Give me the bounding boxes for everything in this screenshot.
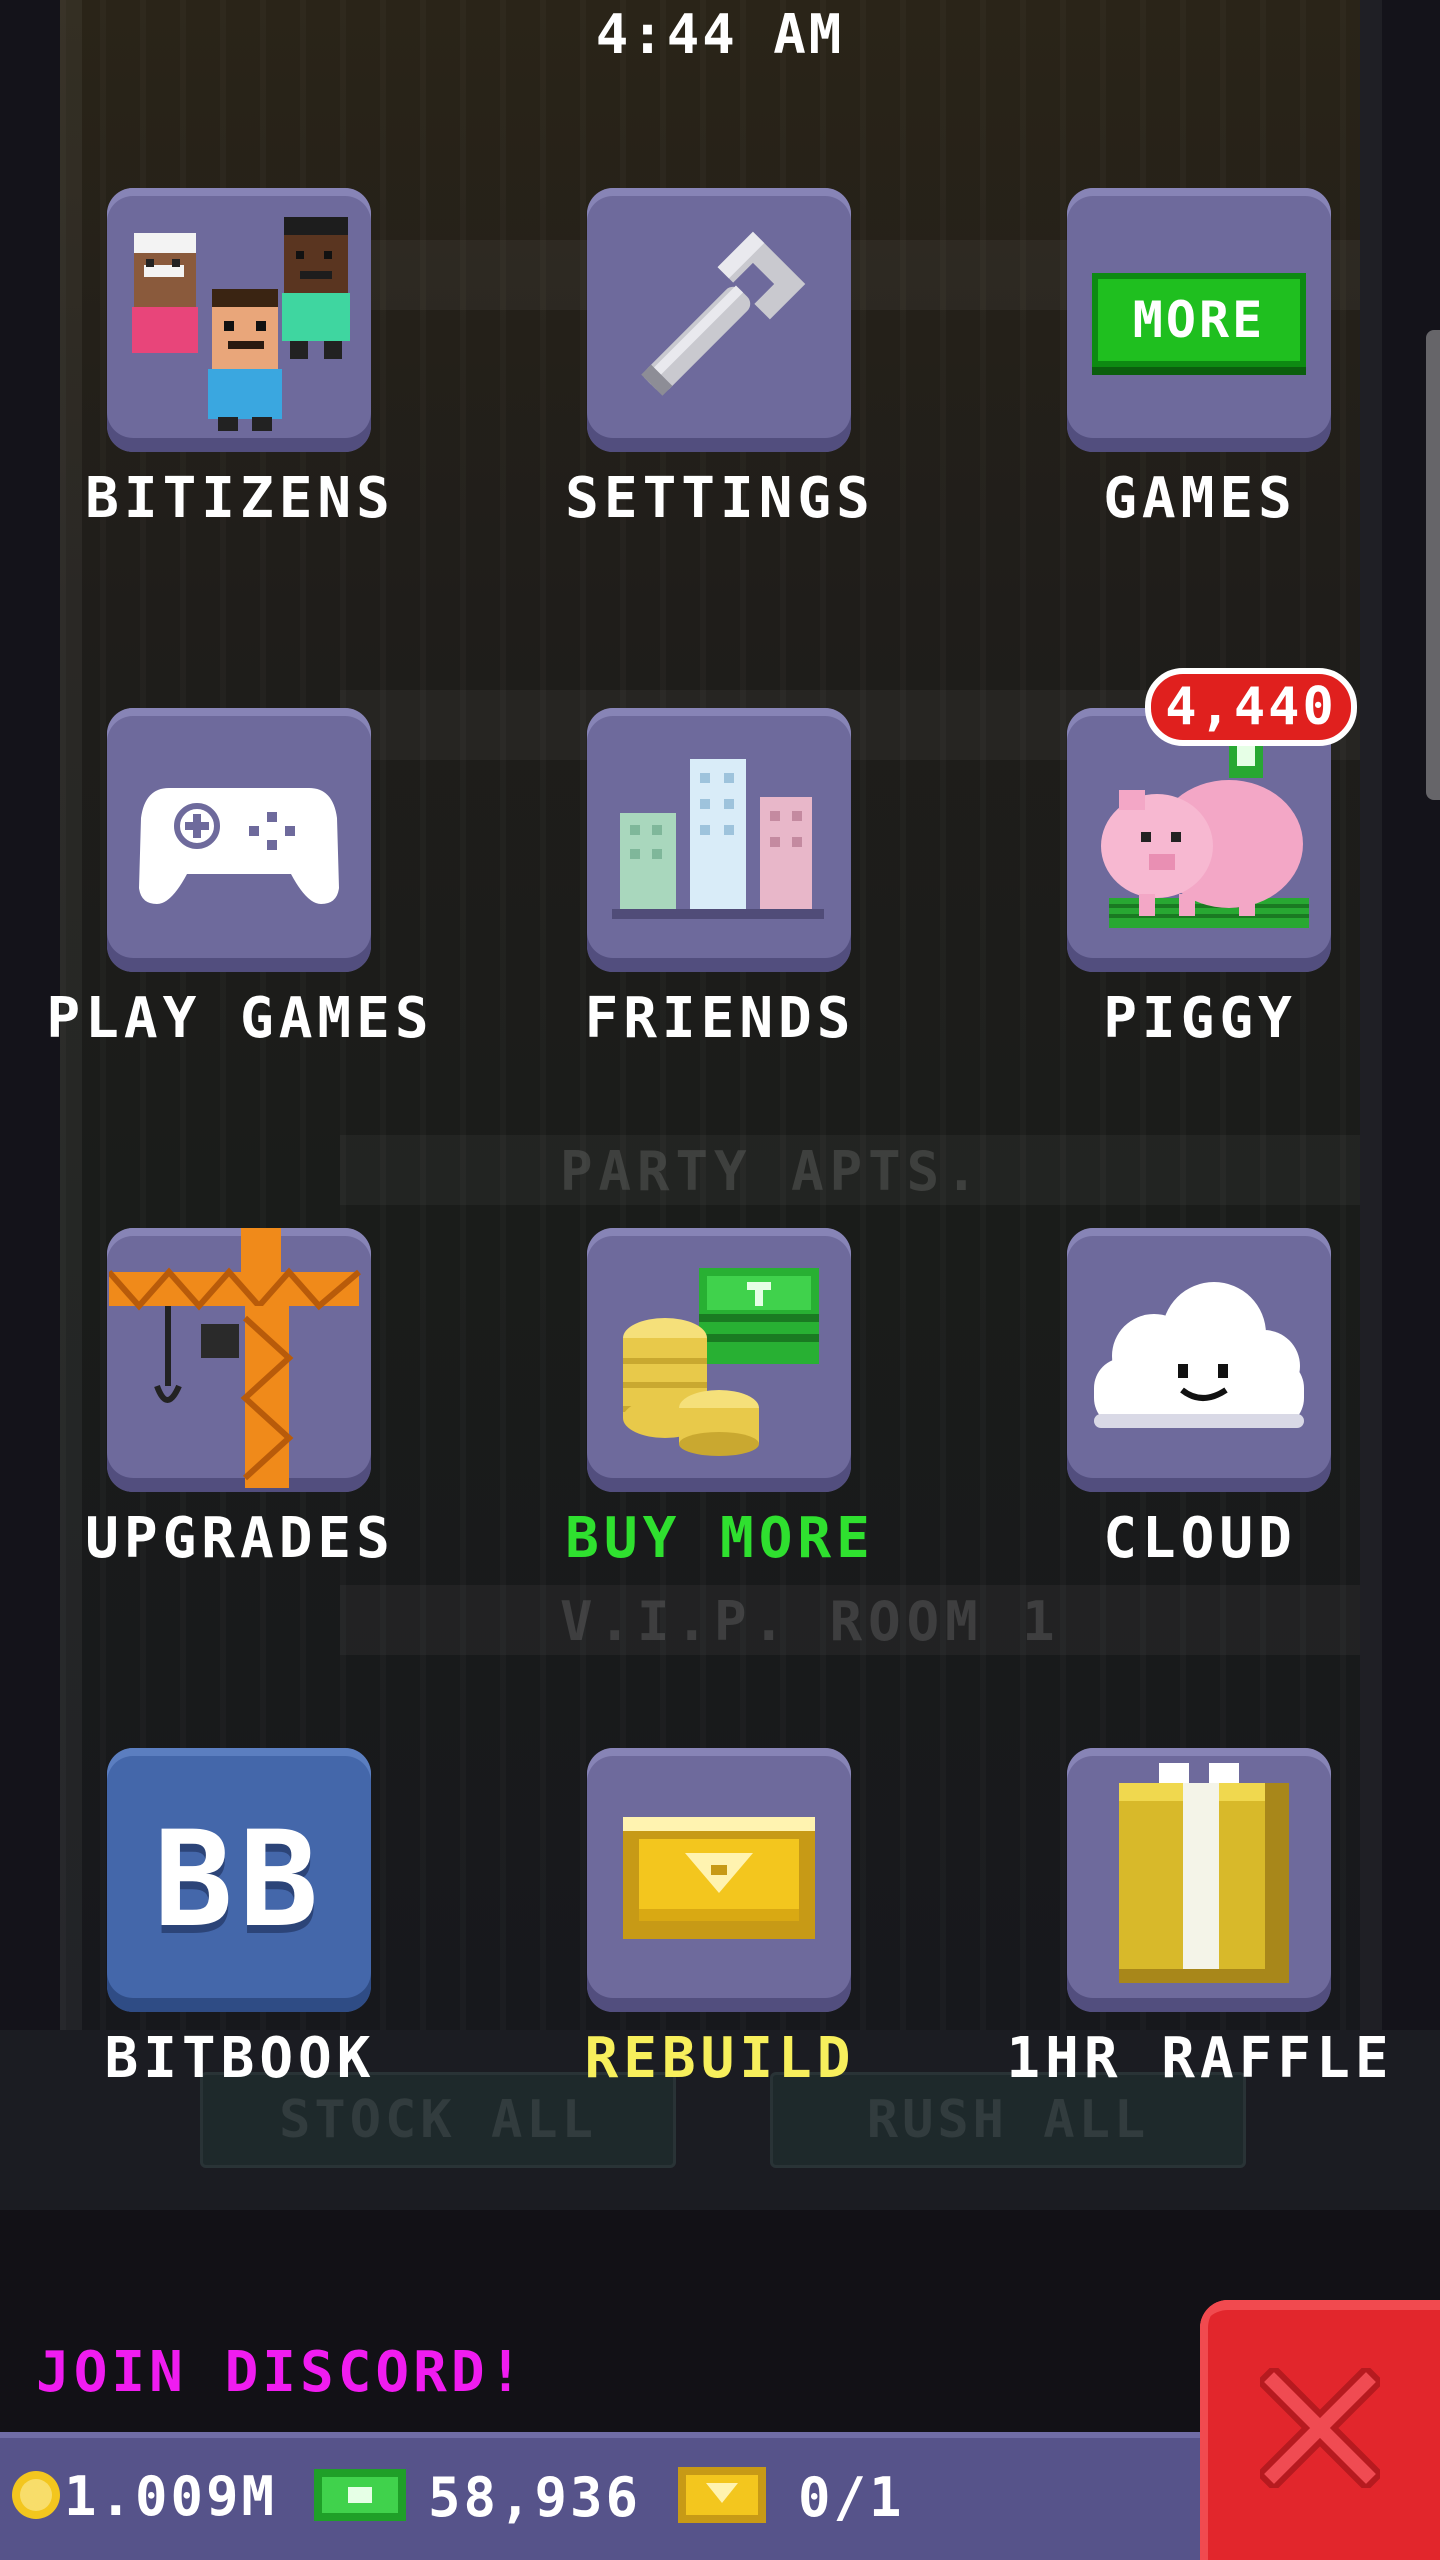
play-games-button[interactable] <box>107 708 371 972</box>
games-button[interactable]: MORE <box>1067 188 1331 452</box>
crane-icon <box>106 1228 369 1492</box>
menu-item-friends[interactable]: FRIENDS <box>480 708 960 1068</box>
close-icon <box>1255 2363 1385 2493</box>
piggy-count-badge: 4,440 <box>1145 668 1357 746</box>
menu-item-raffle[interactable]: 1HR RAFFLE <box>960 1748 1440 2108</box>
golden-ticket-icon <box>619 1813 819 1947</box>
coins-value: 1.009M <box>64 2465 278 2528</box>
golden-ticket-small-icon <box>676 2465 768 2529</box>
menu-label: 1HR RAFFLE <box>1006 2026 1394 2091</box>
menu-label: CLOUD <box>1103 1506 1297 1571</box>
status-time: 4:44 AM <box>595 3 845 66</box>
bux-value: 58,936 <box>428 2465 642 2529</box>
bitizens-people-icon <box>124 203 354 437</box>
raffle-button[interactable] <box>1067 1748 1331 2012</box>
settings-button[interactable] <box>587 188 851 452</box>
buildings-icon <box>604 753 834 927</box>
menu-item-piggy[interactable]: PIGGY <box>960 708 1440 1068</box>
menu-label: SETTINGS <box>565 466 875 531</box>
menu-label: GAMES <box>1103 466 1297 531</box>
gift-box-icon <box>1089 1763 1309 1997</box>
bux-stat: 58,936 <box>310 2465 641 2529</box>
wrench-icon <box>624 223 814 417</box>
close-button[interactable] <box>1200 2300 1440 2560</box>
tickets-value: 0/1 <box>798 2465 905 2529</box>
menu-item-rebuild[interactable]: REBUILD <box>480 1748 960 2108</box>
menu-item-settings[interactable]: SETTINGS <box>480 188 960 548</box>
menu-item-games[interactable]: MORE GAMES <box>960 188 1440 548</box>
tickets-stat: 0/1 <box>676 2465 905 2529</box>
menu-label: BITIZENS <box>85 466 395 531</box>
menu-label: BUY MORE <box>565 1506 875 1571</box>
piggy-button[interactable] <box>1067 708 1331 972</box>
bux-icon <box>310 2465 410 2529</box>
floor-label: V.I.P. ROOM 1 <box>560 1590 1061 1653</box>
coins-stat: 1.009M <box>8 2465 277 2528</box>
coin-icon <box>8 2467 64 2527</box>
floor-label: PARTY APTS. <box>560 1140 984 1203</box>
buy-more-button[interactable] <box>587 1228 851 1492</box>
menu-label: UPGRADES <box>85 1506 395 1571</box>
menu-item-bitbook[interactable]: BB BITBOOK <box>0 1748 480 2108</box>
friends-button[interactable] <box>587 708 851 972</box>
menu-label: PIGGY <box>1103 986 1297 1051</box>
menu-label: FRIENDS <box>584 986 856 1051</box>
menu-item-bitizens[interactable]: BITIZENS <box>0 188 480 548</box>
join-discord-link[interactable]: JOIN DISCORD! <box>36 2340 526 2405</box>
more-games-icon: MORE <box>1092 273 1306 367</box>
coins-and-bux-icon <box>609 1258 829 1462</box>
rebuild-button[interactable] <box>587 1748 851 2012</box>
bitbook-icon: BB <box>153 1803 325 1957</box>
menu-item-upgrades[interactable]: UPGRADES <box>0 1228 480 1588</box>
menu-item-cloud[interactable]: CLOUD <box>960 1228 1440 1588</box>
menu-item-buy-more[interactable]: BUY MORE <box>480 1228 960 1588</box>
bitbook-button[interactable]: BB <box>107 1748 371 2012</box>
piggy-bank-icon <box>1079 728 1319 952</box>
upgrades-button[interactable] <box>106 1228 371 1492</box>
menu-item-play-games[interactable]: PLAY GAMES <box>0 708 480 1068</box>
bitizens-button[interactable] <box>107 188 371 452</box>
cloud-button[interactable] <box>1067 1228 1331 1492</box>
cloud-icon <box>1084 1278 1314 1442</box>
menu-label: BITBOOK <box>104 2026 376 2091</box>
gamepad-icon <box>139 768 339 912</box>
menu-label: REBUILD <box>584 2026 856 2091</box>
menu-label: PLAY GAMES <box>46 986 434 1051</box>
